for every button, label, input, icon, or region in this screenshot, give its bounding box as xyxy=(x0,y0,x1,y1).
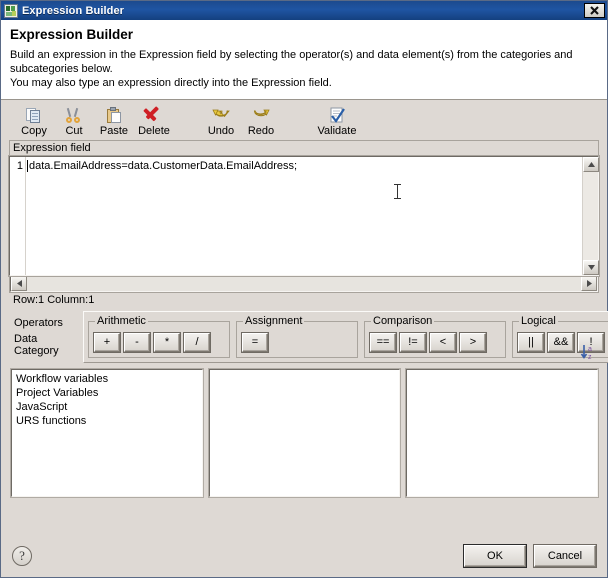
undo-label: Undo xyxy=(207,125,235,137)
paste-button[interactable]: Paste xyxy=(94,106,134,137)
data-category-label: Data Category xyxy=(14,333,59,357)
assignment-legend: Assignment xyxy=(245,315,303,327)
line-number: 1 xyxy=(16,160,23,172)
dialog-body: Copy Cut Paste Delete Undo Redo Validate… xyxy=(1,100,608,535)
help-button[interactable]: ? xyxy=(12,546,32,566)
assignment-buttons: = xyxy=(242,333,268,354)
line-number-gutter: 1 xyxy=(10,157,26,275)
app-icon xyxy=(4,3,18,18)
delete-label: Delete xyxy=(138,125,170,137)
operators-side-labels: Operators Data Category xyxy=(11,311,83,363)
operator-or-button[interactable]: || xyxy=(518,333,544,352)
operator-group-arithmetic: Arithmetic + - * / xyxy=(88,315,230,358)
scroll-up-button[interactable] xyxy=(583,157,599,172)
horizontal-scroll-track[interactable] xyxy=(27,276,581,291)
expression-field-label: Expression field xyxy=(9,140,599,156)
cut-label: Cut xyxy=(65,125,83,137)
close-icon xyxy=(590,6,599,15)
operator-less-than-button[interactable]: < xyxy=(430,333,456,352)
cut-icon xyxy=(65,107,83,124)
paste-label: Paste xyxy=(99,125,129,137)
paste-icon xyxy=(105,107,123,124)
expression-field-group: Expression field 1 data.EmailAddress=dat… xyxy=(8,140,600,308)
operator-minus-button[interactable]: - xyxy=(124,333,150,352)
operator-group-assignment: Assignment = xyxy=(236,315,358,358)
svg-text:a: a xyxy=(588,346,592,353)
scroll-down-button[interactable] xyxy=(583,260,599,275)
delete-button[interactable]: Delete xyxy=(134,106,174,137)
expression-editor[interactable]: 1 data.EmailAddress=data.CustomerData.Em… xyxy=(8,155,600,277)
title-bar: Expression Builder xyxy=(1,1,607,20)
caret-down-icon xyxy=(587,265,595,270)
page-title: Expression Builder xyxy=(10,27,134,42)
operator-plus-button[interactable]: + xyxy=(94,333,120,352)
dialog-footer: ? OK Cancel xyxy=(1,535,607,577)
cancel-button[interactable]: Cancel xyxy=(534,545,596,567)
arithmetic-buttons: + - * / xyxy=(94,333,210,354)
operator-group-comparison: Comparison == != < > xyxy=(364,315,506,358)
operator-equals-button[interactable]: == xyxy=(370,333,396,352)
copy-button[interactable]: Copy xyxy=(14,106,54,137)
text-caret xyxy=(27,160,28,172)
operators-label: Operators xyxy=(14,317,63,329)
expression-text-area[interactable]: data.EmailAddress=data.CustomerData.Emai… xyxy=(26,157,582,275)
header-description-line2: You may also type an expression directly… xyxy=(10,77,332,89)
cut-button[interactable]: Cut xyxy=(54,106,94,137)
operator-greater-than-button[interactable]: > xyxy=(460,333,486,352)
close-button[interactable] xyxy=(584,3,605,18)
cursor-position-status: Row:1 Column:1 xyxy=(13,294,95,306)
comparison-buttons: == != < > xyxy=(370,333,486,354)
operators-panel: Arithmetic + - * / Assignment = Comparis… xyxy=(83,311,608,363)
svg-text:z: z xyxy=(588,354,592,361)
arithmetic-legend: Arithmetic xyxy=(97,315,146,327)
list-item[interactable]: JavaScript xyxy=(15,400,202,414)
validate-icon xyxy=(328,107,346,124)
comparison-legend: Comparison xyxy=(373,315,433,327)
expression-vertical-scrollbar[interactable] xyxy=(582,157,599,275)
expression-horizontal-scrollbar[interactable] xyxy=(9,275,599,293)
expression-builder-dialog: Expression Builder Expression Builder Bu… xyxy=(0,0,608,578)
delete-icon xyxy=(143,106,163,124)
list-item[interactable]: Project Variables xyxy=(15,386,202,400)
category-lists: Workflow variables Project Variables Jav… xyxy=(8,363,600,498)
list-item[interactable]: Workflow variables xyxy=(15,372,202,386)
operator-assign-button[interactable]: = xyxy=(242,333,268,352)
ok-button[interactable]: OK xyxy=(464,545,526,567)
operator-and-button[interactable]: && xyxy=(548,333,574,352)
ibeam-cursor xyxy=(394,184,401,199)
data-subcategory-list[interactable] xyxy=(207,368,402,498)
header-band: Expression Builder Build an expression i… xyxy=(1,20,607,100)
redo-icon xyxy=(252,107,270,124)
redo-label: Redo xyxy=(247,125,275,137)
edit-toolbar: Copy Cut Paste Delete Undo Redo Validate xyxy=(8,100,600,140)
copy-icon xyxy=(25,107,43,124)
operator-not-equals-button[interactable]: != xyxy=(400,333,426,352)
operator-multiply-button[interactable]: * xyxy=(154,333,180,352)
data-category-list[interactable]: Workflow variables Project Variables Jav… xyxy=(10,368,204,498)
scroll-left-button[interactable] xyxy=(11,276,27,291)
undo-button[interactable]: Undo xyxy=(201,106,241,137)
validate-button[interactable]: Validate xyxy=(317,106,357,137)
operators-section: Operators Data Category Arithmetic + - *… xyxy=(8,308,608,363)
list-item[interactable]: URS functions xyxy=(15,414,202,428)
copy-label: Copy xyxy=(21,125,47,137)
logical-legend: Logical xyxy=(521,315,556,327)
sort-az-icon[interactable]: a z xyxy=(580,343,598,361)
validate-label: Validate xyxy=(317,125,357,137)
window-title: Expression Builder xyxy=(22,4,125,17)
caret-up-icon xyxy=(587,162,595,167)
operator-divide-button[interactable]: / xyxy=(184,333,210,352)
header-description-line1: Build an expression in the Expression fi… xyxy=(10,49,573,75)
caret-left-icon xyxy=(16,280,22,287)
expression-text: data.EmailAddress=data.CustomerData.Emai… xyxy=(29,160,298,172)
redo-button[interactable]: Redo xyxy=(241,106,281,137)
caret-right-icon xyxy=(586,280,592,287)
data-element-list[interactable] xyxy=(405,368,600,498)
undo-icon xyxy=(212,107,230,124)
scroll-right-button[interactable] xyxy=(581,276,597,291)
